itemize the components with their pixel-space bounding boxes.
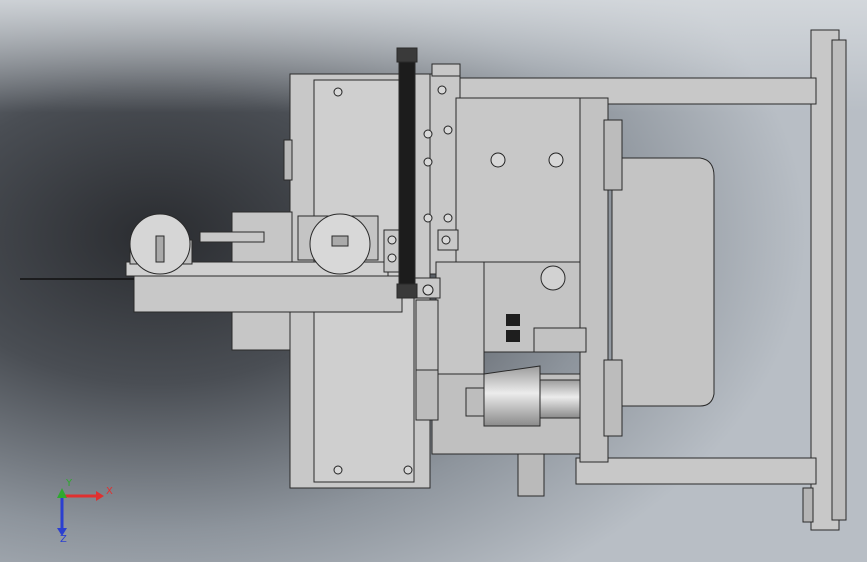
cad-viewport[interactable]: X Y Z	[0, 0, 867, 562]
bolt-icon	[333, 465, 343, 475]
x-arrowhead-icon	[96, 491, 104, 501]
bolt-icon	[423, 129, 433, 139]
bolt-icon	[403, 465, 413, 475]
z-axis-label: Z	[60, 534, 67, 545]
motor-housing[interactable]	[611, 157, 715, 407]
cad-model-view[interactable]	[0, 0, 867, 562]
bolt-icon	[422, 284, 434, 296]
connector-icon	[506, 330, 520, 342]
right-frame-edge	[831, 39, 847, 521]
body-side-tab	[283, 139, 293, 181]
bolt-icon	[423, 157, 433, 167]
bolt-icon	[443, 125, 453, 135]
bolt-icon	[333, 87, 343, 97]
block-side-lug-bottom	[603, 359, 623, 437]
bolt-icon	[441, 235, 451, 245]
mid-column-cap	[431, 63, 461, 77]
left-pulley-hub	[155, 235, 165, 263]
lower-strip	[415, 299, 439, 371]
gear-hub	[331, 235, 349, 247]
y-axis-icon	[57, 488, 67, 498]
right-frame-foot	[802, 487, 814, 523]
bolt-icon	[443, 213, 453, 223]
bolt-icon	[387, 253, 397, 263]
bottom-rail[interactable]	[575, 457, 817, 485]
shaft	[199, 231, 265, 243]
fitting	[540, 265, 566, 291]
lower-left-column	[435, 261, 485, 375]
block-side-lug-top	[603, 119, 623, 191]
coordinate-triad: X Y Z	[40, 478, 120, 548]
bolt-icon	[387, 235, 397, 245]
y-axis-label: Y	[66, 478, 73, 489]
belt-bottom-clamp	[396, 283, 418, 299]
bottom-foot	[517, 453, 545, 497]
bolt-icon	[490, 152, 506, 168]
actuator-barrel	[539, 379, 581, 419]
bracket	[533, 327, 587, 353]
bolt-icon	[437, 85, 447, 95]
belt-top-clamp	[396, 47, 418, 63]
connector-icon	[506, 314, 520, 326]
bolt-icon	[423, 213, 433, 223]
lower-strip-2	[415, 369, 439, 421]
bolt-icon	[548, 152, 564, 168]
vertical-belt[interactable]	[398, 53, 416, 295]
actuator-body[interactable]	[483, 365, 541, 427]
x-axis-label: X	[106, 486, 113, 497]
under-motor	[231, 311, 291, 351]
left-arm-table[interactable]	[133, 275, 403, 313]
